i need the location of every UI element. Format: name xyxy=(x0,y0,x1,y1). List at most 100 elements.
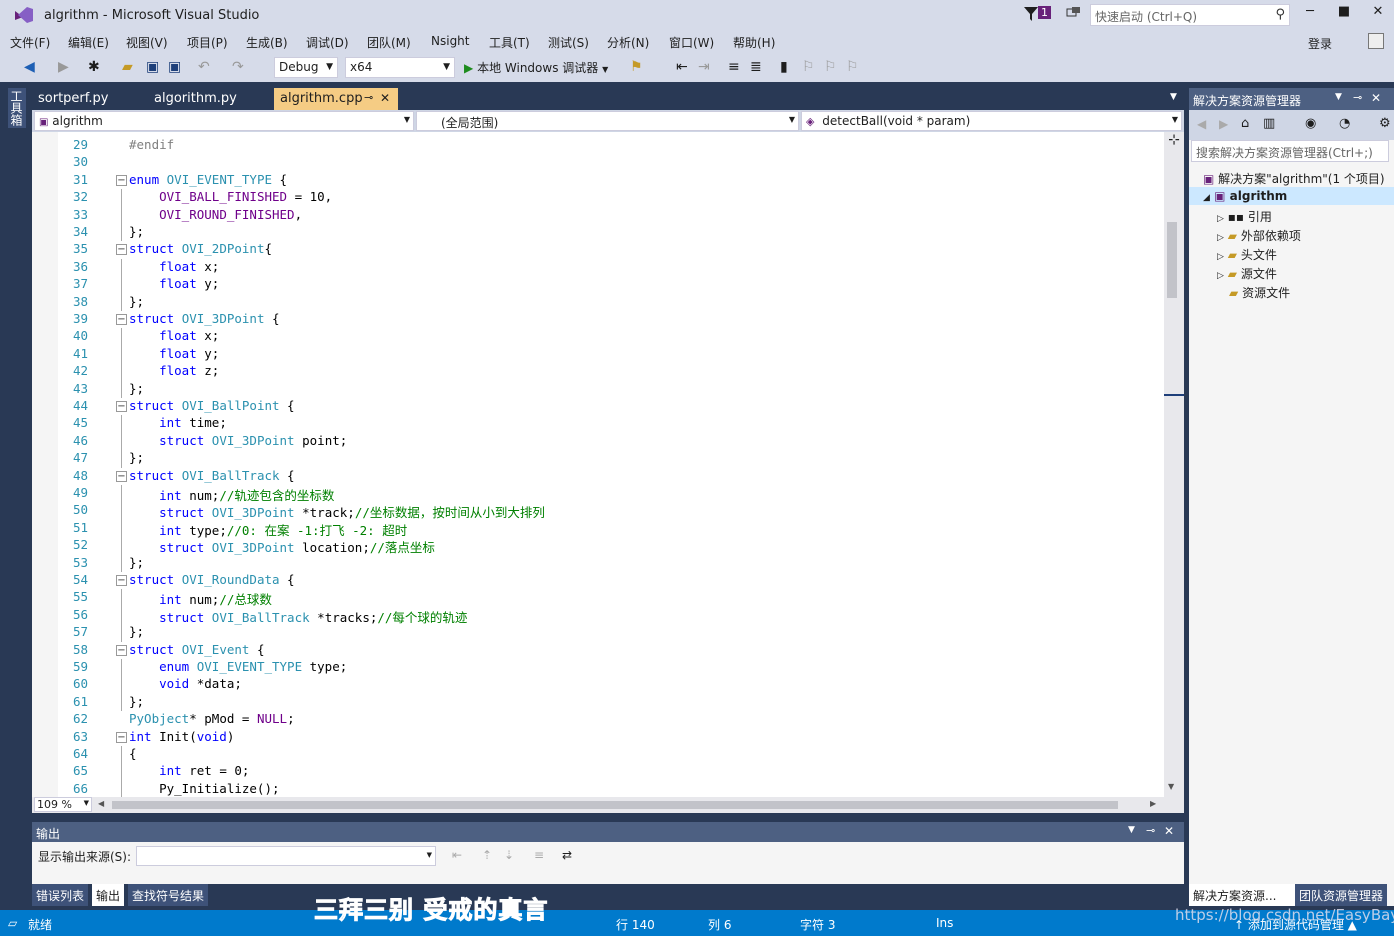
sign-in-link[interactable]: 登录 xyxy=(1308,35,1332,52)
back-icon[interactable]: ◀ xyxy=(1197,117,1206,131)
code-line[interactable]: int num;//轨迹包含的坐标数 xyxy=(129,485,334,503)
next-bookmark-icon[interactable]: ⚐ xyxy=(824,59,840,75)
save-all-icon[interactable]: ▣ xyxy=(168,59,184,75)
collapse-icon[interactable]: − xyxy=(116,174,127,186)
vertical-scroll-thumb[interactable] xyxy=(1167,222,1177,298)
close-window-button[interactable]: ✕ xyxy=(1366,4,1390,24)
start-debugging-button[interactable]: ▶ 本地 Windows 调试器 ▼ xyxy=(464,59,608,76)
find-in-files-icon[interactable]: ⚑ xyxy=(630,59,646,75)
code-line[interactable]: }; xyxy=(129,294,144,311)
next-message-icon[interactable]: ⇣ xyxy=(504,848,514,862)
solution-config-select[interactable]: Debug ▼ xyxy=(274,57,338,78)
code-line[interactable]: }; xyxy=(129,694,144,711)
close-icon[interactable]: ✕ xyxy=(1371,91,1381,105)
code-line[interactable]: struct OVI_3DPoint *track;//坐标数据，按时间从小到大… xyxy=(129,502,545,520)
code-line[interactable]: { xyxy=(129,746,137,763)
close-tab-icon[interactable]: ✕ xyxy=(380,91,390,105)
code-line[interactable]: enum OVI_EVENT_TYPE { xyxy=(129,172,287,189)
platform-select[interactable]: x64 ▼ xyxy=(345,57,455,78)
clear-bookmarks-icon[interactable]: ⚐ xyxy=(846,59,862,75)
code-line[interactable]: enum OVI_EVENT_TYPE type; xyxy=(129,659,347,676)
prev-message-icon[interactable]: ⇡ xyxy=(482,848,492,862)
new-project-icon[interactable]: ✱ xyxy=(88,59,104,75)
feedback-icon[interactable] xyxy=(1066,6,1082,22)
menu-edit[interactable]: 编辑(E) xyxy=(68,34,109,51)
close-icon[interactable]: ✕ xyxy=(1164,824,1174,838)
tab-find-symbol-results[interactable]: 查找符号结果 xyxy=(128,884,209,906)
code-line[interactable]: }; xyxy=(129,555,144,572)
code-line[interactable]: struct OVI_2DPoint{ xyxy=(129,241,272,258)
open-file-icon[interactable]: ▰ xyxy=(122,59,138,75)
code-line[interactable]: int Init(void) xyxy=(129,729,234,746)
pin-icon[interactable]: ⊸ xyxy=(1146,824,1155,837)
tree-item-resource-files[interactable]: ▰ 资源文件 xyxy=(1229,284,1290,301)
horizontal-scroll-thumb[interactable] xyxy=(112,801,1118,809)
scroll-down-icon[interactable]: ▼ xyxy=(1168,782,1174,791)
prev-bookmark-icon[interactable]: ⚐ xyxy=(802,59,818,75)
menu-analyze[interactable]: 分析(N) xyxy=(607,34,649,51)
menu-build[interactable]: 生成(B) xyxy=(246,34,288,51)
save-icon[interactable]: ▣ xyxy=(146,59,162,75)
code-line[interactable]: struct OVI_RoundData { xyxy=(129,572,295,589)
collapse-icon[interactable]: − xyxy=(116,731,127,743)
code-line[interactable]: }; xyxy=(129,450,144,467)
menu-help[interactable]: 帮助(H) xyxy=(733,34,775,51)
code-line[interactable]: struct OVI_BallTrack { xyxy=(129,468,295,485)
menu-debug[interactable]: 调试(D) xyxy=(306,34,349,51)
pin-icon[interactable]: ⊸ xyxy=(364,91,373,104)
collapse-icon[interactable]: − xyxy=(116,470,127,482)
tree-item-source-files[interactable]: ▷ ▰ 源文件 xyxy=(1217,265,1277,282)
code-line[interactable]: int ret = 0; xyxy=(129,763,249,780)
chevron-down-icon[interactable]: ▼ xyxy=(1335,92,1342,102)
collapse-icon[interactable]: − xyxy=(116,644,127,656)
collapse-icon[interactable]: − xyxy=(116,314,127,325)
menu-tools[interactable]: 工具(T) xyxy=(489,34,530,51)
code-line[interactable]: float y; xyxy=(129,346,219,363)
clear-all-icon[interactable]: ≡ xyxy=(534,848,544,862)
collapse-icon[interactable]: − xyxy=(116,244,127,256)
comment-icon[interactable]: ≡ xyxy=(728,59,744,75)
menu-file[interactable]: 文件(F) xyxy=(10,34,50,51)
code-line[interactable]: OVI_BALL_FINISHED = 10, xyxy=(129,189,332,206)
collapse-icon[interactable]: − xyxy=(116,401,127,412)
code-line[interactable]: #endif xyxy=(129,137,174,154)
tab-team-explorer[interactable]: 团队资源管理器 xyxy=(1295,884,1388,906)
back-icon[interactable]: ◀ xyxy=(24,59,40,75)
code-line[interactable]: void *data; xyxy=(129,676,242,693)
horizontal-scrollbar[interactable]: 109 % ▼ ◀ ▶ xyxy=(32,797,1184,813)
word-wrap-icon[interactable]: ⇄ xyxy=(562,848,572,862)
redo-icon[interactable]: ↷ xyxy=(232,59,248,75)
quick-launch-input[interactable]: 快速启动 (Ctrl+Q) ⚲ xyxy=(1090,4,1290,26)
code-line[interactable]: struct OVI_3DPoint { xyxy=(129,311,280,328)
tree-item-external-deps[interactable]: ▷ ▰ 外部依赖项 xyxy=(1217,227,1301,244)
menu-view[interactable]: 视图(V) xyxy=(126,34,168,51)
minimize-button[interactable]: ─ xyxy=(1298,4,1322,24)
code-line[interactable]: struct OVI_BallTrack *tracks;//每个球的轨迹 xyxy=(129,607,467,625)
project-dropdown[interactable]: ▣ algrithm ▼ xyxy=(34,111,414,131)
tree-item-references[interactable]: ▷ ▪▪ 引用 xyxy=(1217,208,1272,225)
code-line[interactable]: struct OVI_BallPoint { xyxy=(129,398,295,415)
menu-window[interactable]: 窗口(W) xyxy=(669,34,714,51)
home-icon[interactable]: ⌂ xyxy=(1241,116,1249,131)
output-source-select[interactable]: ▼ xyxy=(136,846,436,866)
scope-dropdown[interactable]: (全局范围) ▼ xyxy=(416,111,799,131)
tab-sortperf[interactable]: sortperf.py xyxy=(32,88,114,110)
tab-algrithm-cpp[interactable]: algrithm.cpp ⊸ ✕ xyxy=(274,88,398,110)
menu-project[interactable]: 项目(P) xyxy=(187,34,228,51)
code-line[interactable]: float y; xyxy=(129,276,219,293)
account-icon[interactable] xyxy=(1368,33,1384,49)
code-line[interactable]: struct OVI_3DPoint point; xyxy=(129,433,347,450)
code-line[interactable]: }; xyxy=(129,624,144,641)
code-line[interactable]: OVI_ROUND_FINISHED, xyxy=(129,207,302,224)
code-line[interactable]: float x; xyxy=(129,328,219,345)
menu-test[interactable]: 测试(S) xyxy=(548,34,589,51)
pin-icon[interactable]: ⊸ xyxy=(1353,91,1362,104)
forward-icon[interactable]: ▶ xyxy=(58,59,74,75)
tab-algorithm-py[interactable]: algorithm.py xyxy=(148,88,243,110)
code-line[interactable]: int type;//0: 在案 -1:打飞 -2: 超时 xyxy=(129,520,407,538)
code-line[interactable]: PyObject* pMod = NULL; xyxy=(129,711,295,728)
tab-error-list[interactable]: 错误列表 xyxy=(32,884,89,906)
solution-search-input[interactable]: 搜索解决方案资源管理器(Ctrl+;) xyxy=(1191,140,1389,162)
code-line[interactable]: struct OVI_Event { xyxy=(129,642,264,659)
sync-icon[interactable]: ◉ xyxy=(1305,116,1316,131)
